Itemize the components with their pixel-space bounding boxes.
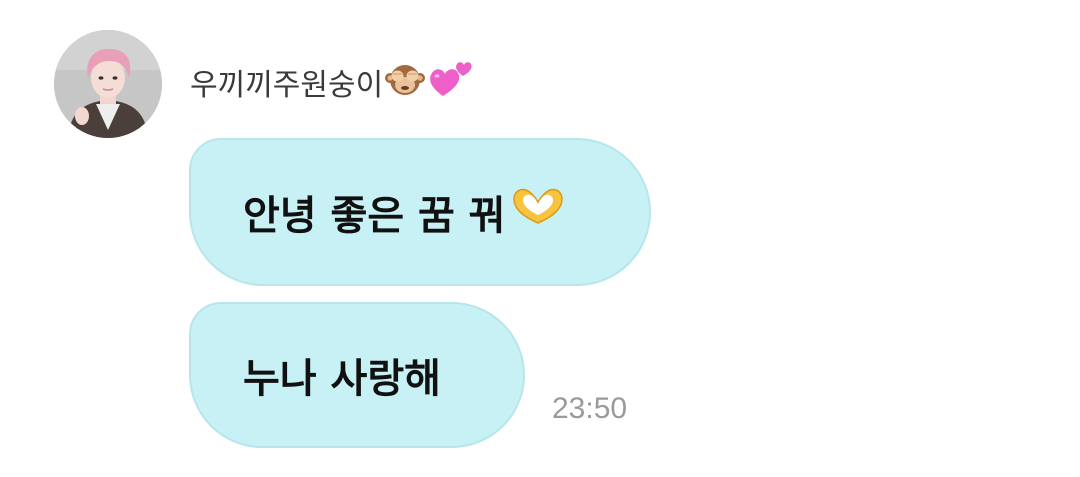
avatar[interactable]	[54, 30, 162, 138]
message-text: 안녕 좋은 꿈 꿔	[243, 193, 506, 239]
message-bubble[interactable]: 안녕 좋은 꿈 꿔	[189, 138, 651, 286]
see-no-evil-monkey-icon	[383, 56, 427, 108]
two-hearts-icon	[427, 56, 475, 108]
sender-name: 우끼끼주원숭이	[190, 68, 384, 103]
message-text: 누나 사랑해	[243, 356, 441, 402]
message-timestamp: 23:50	[552, 392, 628, 425]
message-bubble[interactable]: 누나 사랑해	[189, 302, 525, 448]
heart-hands-icon	[510, 185, 566, 239]
avatar-photo	[54, 30, 162, 138]
sender-name-row: 우끼끼주원숭이	[190, 52, 475, 112]
